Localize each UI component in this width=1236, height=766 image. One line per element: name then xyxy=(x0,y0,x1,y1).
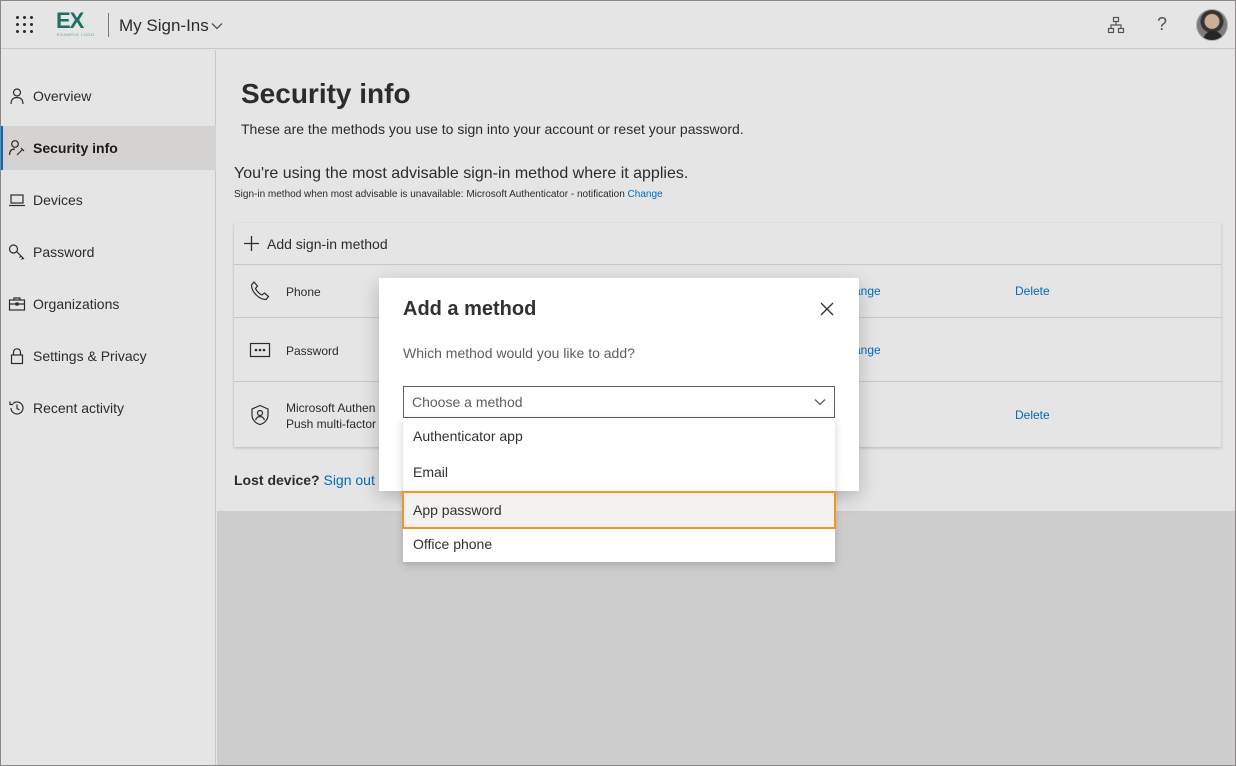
close-icon[interactable] xyxy=(820,302,834,316)
chevron-down-icon xyxy=(814,399,826,406)
option-office-phone[interactable]: Office phone xyxy=(403,526,835,562)
option-email[interactable]: Email xyxy=(403,454,835,490)
dialog-question: Which method would you like to add? xyxy=(403,345,635,361)
method-dropdown-list: Authenticator app Email App password Off… xyxy=(402,418,836,562)
option-authenticator-app[interactable]: Authenticator app xyxy=(403,418,835,454)
page-frame: EX EXAMPLE LOGO My Sign-Ins ? Overview S… xyxy=(0,0,1236,766)
option-app-password[interactable]: App password xyxy=(402,491,836,529)
method-select[interactable]: Choose a method xyxy=(403,386,835,418)
dialog-title: Add a method xyxy=(403,298,537,320)
select-placeholder: Choose a method xyxy=(412,394,523,410)
